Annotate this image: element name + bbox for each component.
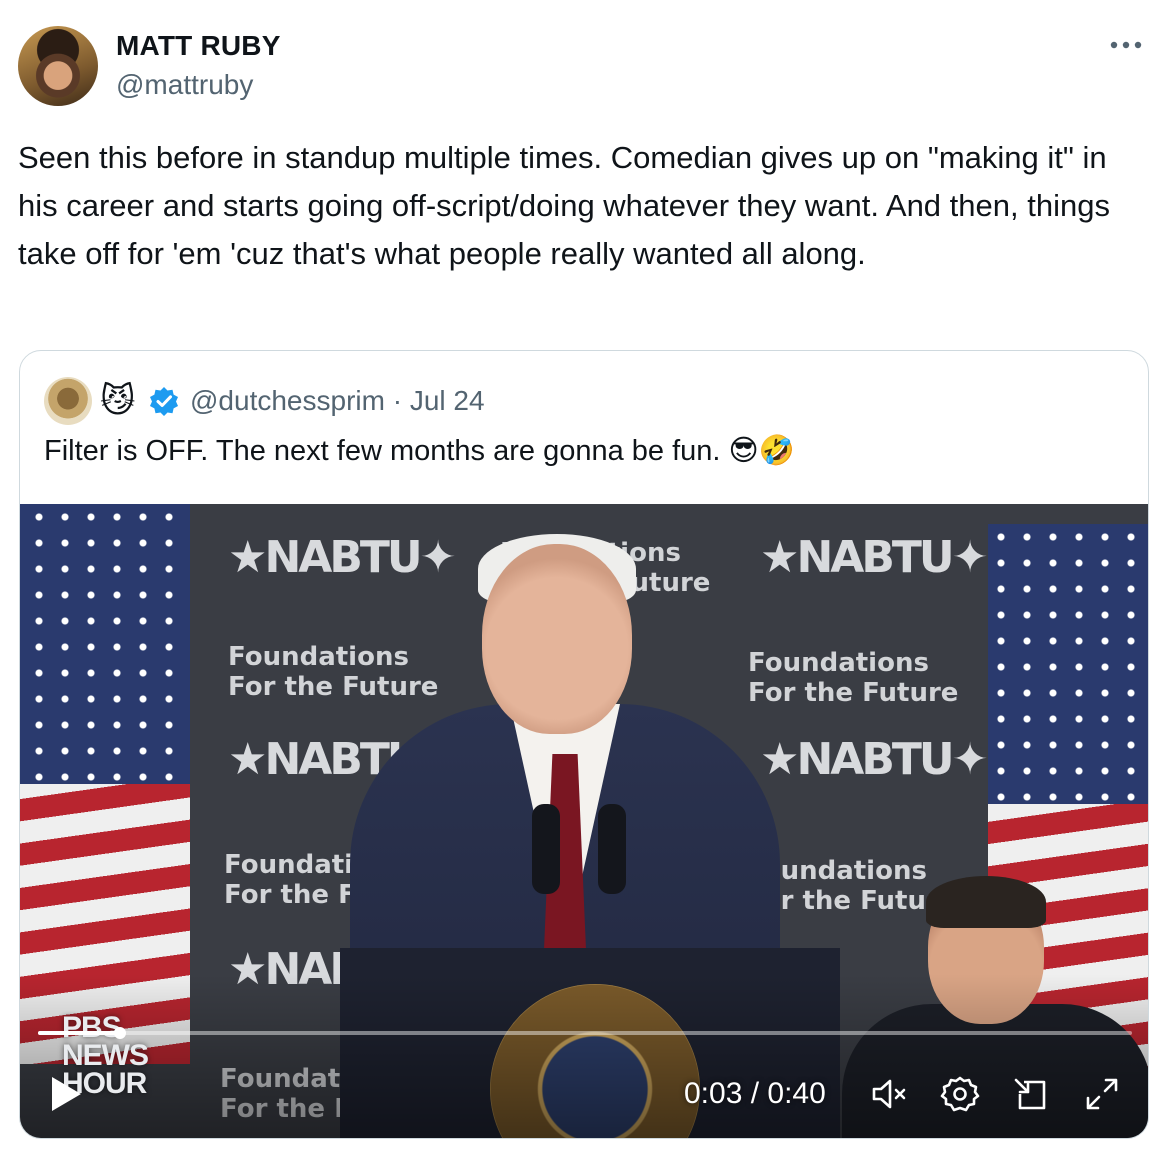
fullscreen-icon[interactable] bbox=[1080, 1072, 1124, 1116]
video-player[interactable]: ★NABTU✦ ★NABTU✦ ★NABTU✦ ★NABTU✦ ★NABTU✦ … bbox=[20, 504, 1148, 1138]
backdrop-tagline: FoundationsFor the Future bbox=[228, 642, 439, 702]
quoted-handle-date[interactable]: @dutchessprim · Jul 24 bbox=[190, 385, 485, 417]
play-icon[interactable] bbox=[48, 1074, 84, 1114]
backdrop-logo: ★NABTU✦ bbox=[760, 532, 988, 583]
gear-icon[interactable] bbox=[938, 1072, 982, 1116]
quoted-author-avatar[interactable] bbox=[44, 377, 92, 425]
more-dots-icon[interactable] bbox=[1106, 30, 1146, 60]
microphone bbox=[598, 804, 626, 894]
quoted-author-emoji-name: 😼 bbox=[100, 382, 136, 420]
verified-badge-icon bbox=[148, 385, 180, 417]
video-time: 0:03 / 0:40 bbox=[684, 1077, 826, 1110]
picture-in-picture-icon[interactable] bbox=[1010, 1072, 1054, 1116]
author-avatar[interactable] bbox=[18, 26, 98, 106]
muted-speaker-icon[interactable] bbox=[868, 1072, 912, 1116]
backdrop-tagline: FoundationsFor the Future bbox=[748, 648, 959, 708]
microphone bbox=[532, 804, 560, 894]
tweet-text: Seen this before in standup multiple tim… bbox=[18, 140, 1119, 271]
author-name[interactable]: MATT RUBY bbox=[116, 30, 281, 62]
quoted-tweet-text: Filter is OFF. The next few months are g… bbox=[44, 435, 795, 467]
backdrop-logo: ★NABTU✦ bbox=[760, 734, 988, 785]
video-progress-bar[interactable] bbox=[38, 1027, 1132, 1039]
author-handle[interactable]: @mattruby bbox=[116, 69, 253, 101]
video-progress-fill bbox=[38, 1031, 121, 1035]
video-progress-knob[interactable] bbox=[114, 1027, 127, 1039]
backdrop-logo: ★NABTU✦ bbox=[228, 532, 456, 583]
quoted-tweet[interactable]: 😼 @dutchessprim · Jul 24 Filter is OFF. … bbox=[19, 350, 1149, 1139]
